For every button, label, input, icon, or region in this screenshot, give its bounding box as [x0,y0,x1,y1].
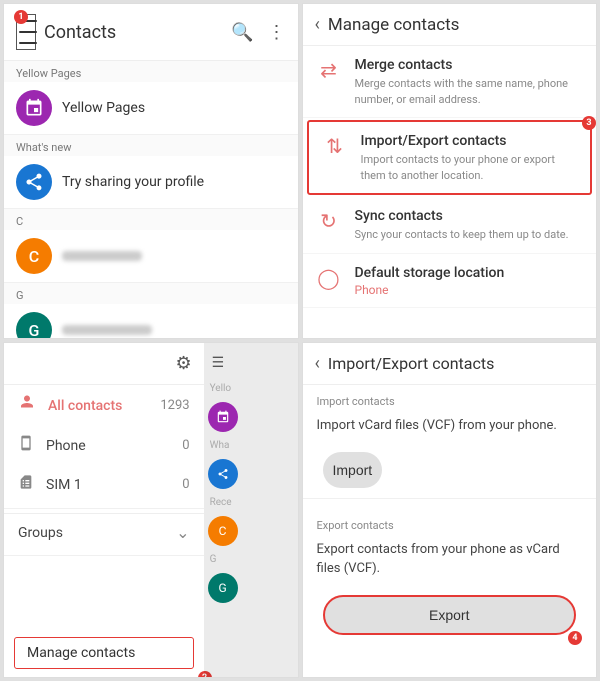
all-contacts-item[interactable]: All contacts 1293 [4,385,204,426]
manage-contacts-button[interactable]: Manage contacts [14,637,194,669]
sync-contacts-desc: Sync your contacts to keep them up to da… [355,227,569,242]
c-contact-name [62,251,142,261]
sim1-label: SIM 1 [46,477,170,493]
share-profile-item[interactable]: Try sharing your profile [4,156,298,209]
import-export-desc: Import contacts to your phone or export … [361,152,577,183]
search-icon[interactable]: 🔍 [231,22,253,43]
default-storage-item[interactable]: ◯ Default storage location Phone [303,254,597,308]
import-export-item[interactable]: ⇅ Import/Export contacts Import contacts… [307,120,593,195]
groups-label: Groups [18,525,164,541]
merge-contacts-desc: Merge contacts with the same name, phone… [355,76,583,107]
merge-contacts-item[interactable]: ⇄ Merge contacts Merge contacts with the… [303,46,597,118]
merge-contacts-content: Merge contacts Merge contacts with the s… [355,56,583,107]
drawer-header: ⚙ [4,343,204,385]
all-contacts-label: All contacts [48,398,148,414]
phone-count: 0 [182,438,189,453]
peek-g-label: G [208,552,294,567]
phone-label: Phone [46,438,170,454]
drawer-panel: ⚙ All contacts 1293 Phone 0 SIM 1 0 Gro [3,342,299,678]
import-desc: Import vCard files (VCF) from your phone… [303,412,597,446]
peek-what-label: Wha [208,438,294,453]
sync-contacts-title: Sync contacts [355,207,569,225]
badge-4: 4 [568,631,582,645]
share-profile-name: Try sharing your profile [62,174,204,190]
sim-icon [18,474,34,495]
merge-contacts-title: Merge contacts [355,56,583,74]
whats-new-section-label: What's new [4,135,298,156]
contacts-header: Contacts 🔍 ⋮ 1 [4,4,298,61]
more-options-icon[interactable]: ⋮ [268,22,286,43]
peek-g-avatar: G [208,573,238,603]
import-section-label: Import contacts [303,385,597,412]
import-export-icon: ⇅ [323,134,347,158]
all-contacts-icon [18,394,36,417]
c-section-label: C [4,209,298,230]
gear-icon[interactable]: ⚙ [175,353,191,374]
import-export-header: ‹ Import/Export contacts [303,343,597,385]
chevron-down-icon: ⌄ [176,523,189,542]
import-export-panel: ‹ Import/Export contacts Import contacts… [302,342,598,678]
sync-contacts-content: Sync contacts Sync your contacts to keep… [355,207,569,243]
contacts-peek: ☰ Yello Wha Rece C G G [204,343,298,677]
manage-contacts-title: Manage contacts [328,15,460,35]
badge-1: 1 [14,10,28,24]
peek-yellow-label: Yello [208,381,294,396]
sync-icon: ↻ [317,209,341,233]
g-contact-item[interactable]: G [4,304,298,339]
export-section-label: Export contacts [303,509,597,536]
manage-contacts-panel: ‹ Manage contacts ⇄ Merge contacts Merge… [302,3,598,339]
c-contact-avatar: C [16,238,52,274]
peek-share-avatar [208,459,238,489]
yellow-pages-item[interactable]: Yellow Pages [4,82,298,135]
drawer-sidebar: ⚙ All contacts 1293 Phone 0 SIM 1 0 Gro [4,343,204,677]
peek-c-avatar: C [208,516,238,546]
export-desc: Export contacts from your phone as vCard… [303,536,597,589]
sync-contacts-item[interactable]: ↻ Sync contacts Sync your contacts to ke… [303,197,597,254]
c-contact-item[interactable]: C [4,230,298,283]
import-export-title: Import/Export contacts [328,354,494,373]
phone-item[interactable]: Phone 0 [4,426,204,465]
share-profile-avatar [16,164,52,200]
yellow-pages-section-label: Yellow Pages [4,61,298,82]
yellow-pages-name: Yellow Pages [62,100,145,116]
peek-recent-label: Rece [208,495,294,510]
manage-contacts-header: ‹ Manage contacts [303,4,597,46]
yellow-pages-avatar [16,90,52,126]
header-icons: 🔍 ⋮ [231,22,285,43]
sim1-item[interactable]: SIM 1 0 [4,465,204,504]
contacts-title: Contacts [44,22,223,43]
groups-row[interactable]: Groups ⌄ [4,513,204,551]
import-button[interactable]: Import [323,452,383,488]
badge-3: 3 [582,116,596,130]
storage-icon: ◯ [317,266,341,290]
default-storage-subtitle: Phone [355,283,505,297]
default-storage-content: Default storage location Phone [355,264,505,297]
bottom-divider [4,555,204,556]
divider [4,508,204,509]
phone-icon [18,435,34,456]
import-export-title: Import/Export contacts [361,132,577,150]
peek-yellow-avatar [208,402,238,432]
import-back-button[interactable]: ‹ [315,353,320,374]
g-contact-avatar: G [16,312,52,339]
sim1-count: 0 [182,477,189,492]
g-contact-name [62,325,152,335]
g-section-label: G [4,283,298,304]
default-storage-title: Default storage location [355,264,505,282]
back-button[interactable]: ‹ [315,14,320,35]
merge-icon: ⇄ [317,58,341,82]
import-export-divider [303,498,597,499]
export-button[interactable]: Export [323,595,577,635]
all-contacts-count: 1293 [160,398,189,413]
contacts-panel: Contacts 🔍 ⋮ 1 Yellow Pages Yellow Pages… [3,3,299,339]
import-export-content: Import/Export contacts Import contacts t… [361,132,577,183]
